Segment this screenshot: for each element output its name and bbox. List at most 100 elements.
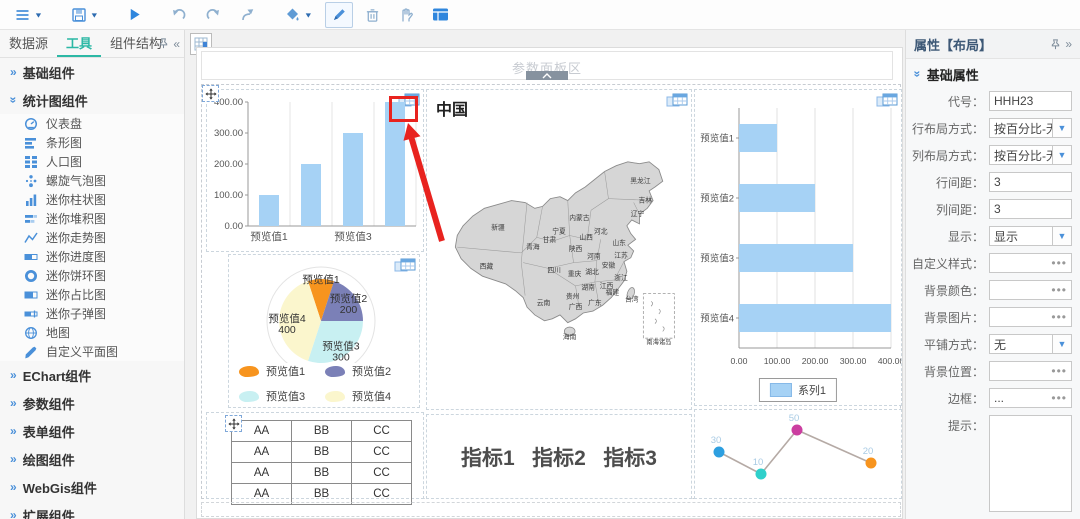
- dropdown-caret-icon[interactable]: ▼: [1052, 335, 1071, 353]
- field-label: 行间距：: [906, 174, 989, 191]
- panel-button[interactable]: [426, 2, 455, 28]
- 显示-select[interactable]: 显示▼: [989, 226, 1072, 246]
- 提示-textarea[interactable]: [989, 415, 1072, 512]
- design-canvas[interactable]: 参数面板区 0.00100.00200.00300.00400.00预览值1预览…: [196, 47, 903, 519]
- dropdown-caret-icon[interactable]: ▼: [1052, 227, 1071, 245]
- tree-item-迷你进度图[interactable]: 迷你进度图: [0, 247, 184, 266]
- sidebar-collapse-icon[interactable]: «: [173, 37, 180, 51]
- tree-item-螺旋气泡图[interactable]: 螺旋气泡图: [0, 171, 184, 190]
- tree-item-迷你走势图[interactable]: 迷你走势图: [0, 228, 184, 247]
- section-扩展组件[interactable]: »扩展组件: [0, 501, 184, 519]
- menu-button[interactable]: ▼: [8, 2, 49, 28]
- svg-text:河南: 河南: [587, 252, 601, 261]
- svg-text:湖北: 湖北: [585, 267, 599, 276]
- parameter-panel[interactable]: 参数面板区: [201, 51, 893, 80]
- panel-collapse-icon[interactable]: »: [1065, 37, 1072, 51]
- tree-item-迷你堆积图[interactable]: 迷你堆积图: [0, 209, 184, 228]
- dropdown-caret-icon[interactable]: ▼: [34, 11, 43, 19]
- 边框-input[interactable]: ...•••: [989, 388, 1072, 408]
- section-统计图组件[interactable]: »统计图组件: [0, 86, 184, 114]
- svg-text:浙江: 浙江: [614, 273, 628, 282]
- 列布局方式-select[interactable]: 按百分比-无缩放▼: [989, 145, 1072, 165]
- fill-button[interactable]: ▼: [278, 2, 319, 28]
- widget-china-map[interactable]: 中国新疆西藏青海甘肃内蒙古黑龙江吉林辽宁河北山西宁夏陕西山东河南江苏安徽湖北浙江…: [426, 89, 692, 410]
- ellipsis-button[interactable]: •••: [1051, 391, 1071, 405]
- upload-icon: [240, 7, 256, 23]
- delete-button[interactable]: [359, 2, 386, 28]
- dropdown-caret-icon[interactable]: ▼: [304, 11, 313, 19]
- 行布局方式-select[interactable]: 按百分比-无缩放▼: [989, 118, 1072, 138]
- svg-text:广西: 广西: [569, 302, 583, 311]
- run-button[interactable]: [121, 2, 148, 28]
- widget-hbar-chart[interactable]: 0.00100.00200.00300.00400.00预览值1预览值2预览值3…: [694, 89, 902, 406]
- save-button[interactable]: ▼: [65, 2, 105, 28]
- tree-item-迷你饼环图[interactable]: 迷你饼环图: [0, 266, 184, 285]
- svg-text:辽宁: 辽宁: [631, 209, 645, 218]
- section-参数组件[interactable]: »参数组件: [0, 389, 184, 417]
- widget-metrics-text[interactable]: 指标1指标2指标3: [426, 414, 692, 499]
- container-move-handle[interactable]: [202, 85, 219, 102]
- undo-icon: [170, 7, 187, 23]
- 背景位置-input[interactable]: •••: [989, 361, 1072, 381]
- svg-text:四川: 四川: [547, 266, 561, 274]
- 自定义样式-input[interactable]: •••: [989, 253, 1072, 273]
- section-EChart组件[interactable]: »EChart组件: [0, 361, 184, 389]
- tree-item-迷你柱状图[interactable]: 迷你柱状图: [0, 190, 184, 209]
- upload-button[interactable]: [234, 2, 262, 28]
- dropdown-caret-icon[interactable]: ▼: [1052, 146, 1071, 164]
- 列间距-input[interactable]: 3: [989, 199, 1072, 219]
- section-绘图组件[interactable]: »绘图组件: [0, 445, 184, 473]
- edit-button[interactable]: [325, 2, 353, 28]
- widget-pie-chart[interactable]: 预览值1预览值2200预览值3300预览值4400预览值1预览值2预览值3预览值…: [228, 254, 420, 408]
- svg-text:甘肃: 甘肃: [543, 235, 557, 244]
- ellipsis-button[interactable]: •••: [1051, 364, 1071, 378]
- tree-item-地图[interactable]: 地图: [0, 323, 184, 342]
- 行间距-input[interactable]: 3: [989, 172, 1072, 192]
- parameter-panel-collapse-handle[interactable]: [526, 71, 568, 80]
- widget-line-chart[interactable]: 30105020: [694, 409, 902, 499]
- widget-settings-icon[interactable]: [666, 93, 688, 108]
- 代号-input[interactable]: HHH23: [989, 91, 1072, 111]
- 平铺方式-select[interactable]: 无▼: [989, 334, 1072, 354]
- preview-table: AABBCCAABBCCAABBCCAABBCC: [231, 420, 412, 505]
- section-表单组件[interactable]: »表单组件: [0, 417, 184, 445]
- chevron-right-icon: »: [10, 368, 17, 382]
- hbars-icon: [24, 136, 39, 150]
- sidebar-tab-2[interactable]: 工具: [57, 30, 101, 57]
- section-basic-properties[interactable]: » 基础属性: [906, 59, 1080, 89]
- widget-table[interactable]: AABBCCAABBCCAABBCCAABBCC: [206, 412, 424, 499]
- sidebar-tab-1[interactable]: 数据源: [0, 30, 57, 57]
- tree-item-迷你占比图[interactable]: 迷你占比图: [0, 285, 184, 304]
- svg-text:100.00: 100.00: [764, 356, 791, 366]
- move-icon: [205, 88, 217, 100]
- redo-button[interactable]: [199, 2, 228, 28]
- empty-layout-row[interactable]: [201, 502, 901, 517]
- ellipsis-button[interactable]: •••: [1051, 283, 1071, 297]
- svg-text:福建: 福建: [606, 288, 620, 297]
- 背景图片-input[interactable]: •••: [989, 307, 1072, 327]
- tree-item-条形图[interactable]: 条形图: [0, 133, 184, 152]
- pan-button[interactable]: [392, 2, 420, 28]
- ellipsis-button[interactable]: •••: [1051, 256, 1071, 270]
- dropdown-caret-icon[interactable]: ▼: [90, 11, 99, 19]
- tree-item-自定义平面图[interactable]: 自定义平面图: [0, 342, 184, 361]
- pin-icon[interactable]: [1050, 39, 1061, 50]
- section-WebGis组件[interactable]: »WebGis组件: [0, 473, 184, 501]
- properties-title: 属性【布局】: [914, 35, 992, 54]
- undo-button[interactable]: [164, 2, 193, 28]
- delete-icon: [365, 7, 380, 23]
- layout-container[interactable]: 0.00100.00200.00300.00400.00预览值1预览值3 预览值…: [201, 84, 901, 499]
- svg-text:陕西: 陕西: [569, 244, 583, 253]
- tree-item-人口图[interactable]: 人口图: [0, 152, 184, 171]
- svg-text:200: 200: [340, 304, 358, 316]
- tree-item-仪表盘[interactable]: 仪表盘: [0, 114, 184, 133]
- dropdown-caret-icon[interactable]: ▼: [1052, 119, 1071, 137]
- 背景颜色-input[interactable]: •••: [989, 280, 1072, 300]
- ellipsis-button[interactable]: •••: [1051, 310, 1071, 324]
- tree-item-迷你子弹图[interactable]: 迷你子弹图: [0, 304, 184, 323]
- table-move-handle[interactable]: [225, 415, 242, 432]
- pin-icon[interactable]: [158, 38, 169, 49]
- field-label: 代号：: [906, 93, 989, 110]
- section-基础组件[interactable]: »基础组件: [0, 58, 184, 86]
- svg-text:内蒙古: 内蒙古: [569, 213, 590, 222]
